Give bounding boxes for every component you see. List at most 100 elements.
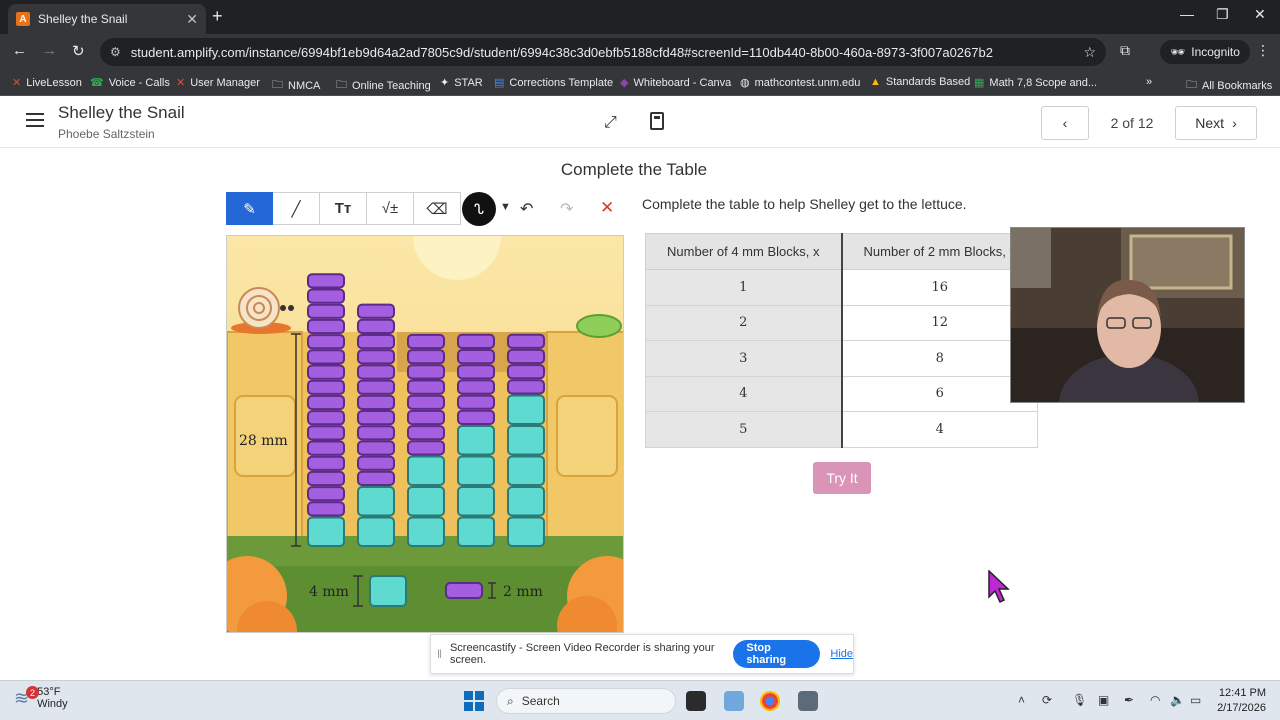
purple-block [457,379,495,395]
tray-overflow-icon[interactable]: ˄ [1018,693,1025,707]
pen-icon[interactable]: ✒ [1124,693,1134,707]
stop-sharing-button[interactable]: Stop sharing [733,640,821,668]
answer-cell[interactable]: 16 [841,269,1038,306]
purple-block [307,394,345,411]
redo-icon[interactable]: ↷ [560,199,573,219]
task-view-icon[interactable] [686,691,706,711]
calculator-app-icon[interactable] [798,691,818,711]
snail-scene[interactable]: 28 mm 4 mm 2 mm [226,235,624,633]
url-text: student.amplify.com/instance/6994bf1eb9d… [130,44,993,60]
purple-block [407,394,445,410]
instruction-text: Complete the table to help Shelley get t… [642,196,967,212]
scene-drawing: 28 mm 4 mm 2 mm [227,236,623,632]
bookmark-item[interactable]: ▤ Corrections Template [494,76,613,90]
bookmarks-overflow-icon[interactable]: » [1146,76,1152,88]
cast-icon[interactable]: ⧉ [1120,42,1130,59]
chevron-down-icon[interactable]: ▼ [500,201,511,213]
purple-block [307,334,345,350]
bookmark-item[interactable]: ✕ LiveLesson [12,76,82,90]
chevron-right-icon: › [1232,115,1237,131]
answer-cell[interactable]: 8 [841,340,1038,377]
answer-cell[interactable]: 6 [841,375,1038,412]
bookmark-item[interactable]: ✦ STAR [440,76,483,90]
drag-handle-icon[interactable]: ‖ [437,647,442,661]
answer-cell[interactable]: 4 [841,411,1038,448]
microphone-icon[interactable]: 🎙 [1072,693,1087,707]
bookmark-item[interactable]: ◆ Whiteboard - Canva [620,76,731,90]
next-button[interactable]: Next › [1175,106,1257,140]
answer-cell[interactable]: 12 [841,304,1038,341]
table-row: 38 [645,340,1038,377]
purple-block [457,333,495,350]
squiggle-icon: ᔐ [474,200,484,217]
back-icon[interactable]: ← [12,42,27,59]
system-clock[interactable]: 12:41 PM 2/17/2026 [1212,686,1266,716]
teal-block [457,425,495,456]
eraser-tool-button[interactable]: ⌫ [414,192,461,225]
chrome-icon[interactable] [760,691,780,711]
clear-sketch-icon[interactable]: ✕ [600,198,614,218]
close-tab-icon[interactable]: ✕ [186,11,198,28]
bookmark-item[interactable]: ◍ mathcontest.unm.edu [740,76,860,90]
purple-block [507,379,545,395]
purple-block [307,486,345,502]
browser-tab-active[interactable]: A Shelley the Snail ✕ [8,4,206,34]
purple-block [407,425,445,441]
line-icon: ╱ [291,200,301,218]
battery-icon[interactable]: ▭ [1190,693,1201,707]
sync-icon[interactable]: ⟳ [1042,693,1052,707]
bookmark-item[interactable]: ▦ Math 7,8 Scope and... [974,76,1097,90]
star-app-icon: ✦ [440,77,450,89]
reload-icon[interactable]: ↻ [72,42,85,60]
hamburger-menu-icon[interactable] [26,113,44,127]
hide-link[interactable]: Hide [830,648,853,660]
bookmark-item[interactable]: ✕ User Manager [176,76,260,90]
bookmarks-bar: ✕ LiveLesson ☎ Voice - Calls ✕ User Manager… [0,70,1280,96]
volume-icon[interactable]: 🔈 [1170,693,1185,707]
snipping-tool-icon[interactable] [724,691,744,711]
app-header: Shelley the Snail Phoebe Saltzstein ⤢ ‹ … [0,96,1280,148]
purple-block [307,288,345,304]
bookmark-star-icon[interactable]: ☆ [1083,44,1096,61]
webcam-overlay[interactable] [1010,227,1245,403]
weather-widget[interactable]: ≋ 2 53°F Windy [14,686,68,710]
bookmark-item[interactable]: ☎ Voice - Calls [90,76,170,90]
restore-icon[interactable]: ❐ [1216,6,1229,23]
bookmark-item[interactable]: 🗀 NMCA [272,76,320,95]
purple-block [407,333,445,350]
undo-icon[interactable]: ↶ [520,199,533,219]
purple-block [507,364,545,380]
notification-badge: 2 [26,686,39,699]
address-bar[interactable]: ⚙ student.amplify.com/instance/6994bf1eb… [100,38,1106,66]
site-info-icon[interactable]: ⚙ [110,45,121,59]
wifi-icon[interactable]: ◠ [1150,693,1160,707]
minimize-icon[interactable]: — [1180,6,1194,22]
previous-button[interactable]: ‹ [1041,106,1089,140]
purple-block [307,364,345,380]
teal-block [507,425,545,456]
new-tab-icon[interactable]: + [212,6,223,27]
bookmark-item[interactable]: ▲ Standards Based [870,76,970,88]
math-tool-button[interactable]: √± [367,192,414,225]
fullscreen-icon[interactable]: ⤢ [604,114,617,132]
line-tool-button[interactable]: ╱ [273,192,320,225]
try-it-button[interactable]: Try It [813,462,871,494]
bookmark-item[interactable]: 🗀 Online Teaching [336,76,431,95]
windows-start-icon[interactable] [464,691,484,711]
block4-label: 4 mm [309,584,349,600]
folder-icon: 🗀 [272,79,283,91]
forward-icon[interactable]: → [42,42,57,59]
taskbar-search[interactable]: ⌕ Search [496,688,676,714]
pen-tool-button[interactable]: ✎ [226,192,273,225]
browser-menu-icon[interactable]: ⋮ [1256,42,1270,59]
device-icon[interactable]: ▣ [1098,693,1109,707]
incognito-badge[interactable]: 🕶 Incognito [1160,40,1250,64]
all-bookmarks[interactable]: 🗀 All Bookmarks [1186,76,1272,95]
browser-tab-strip: A Shelley the Snail ✕ + — ❐ ✕ [0,0,1280,34]
pen-color-button[interactable]: ᔐ [462,192,496,226]
purple-block [307,349,345,365]
close-window-icon[interactable]: ✕ [1254,6,1266,23]
calculator-icon[interactable] [650,112,664,130]
text-tool-button[interactable]: Tт [320,192,367,225]
math-icon: √± [381,200,399,217]
